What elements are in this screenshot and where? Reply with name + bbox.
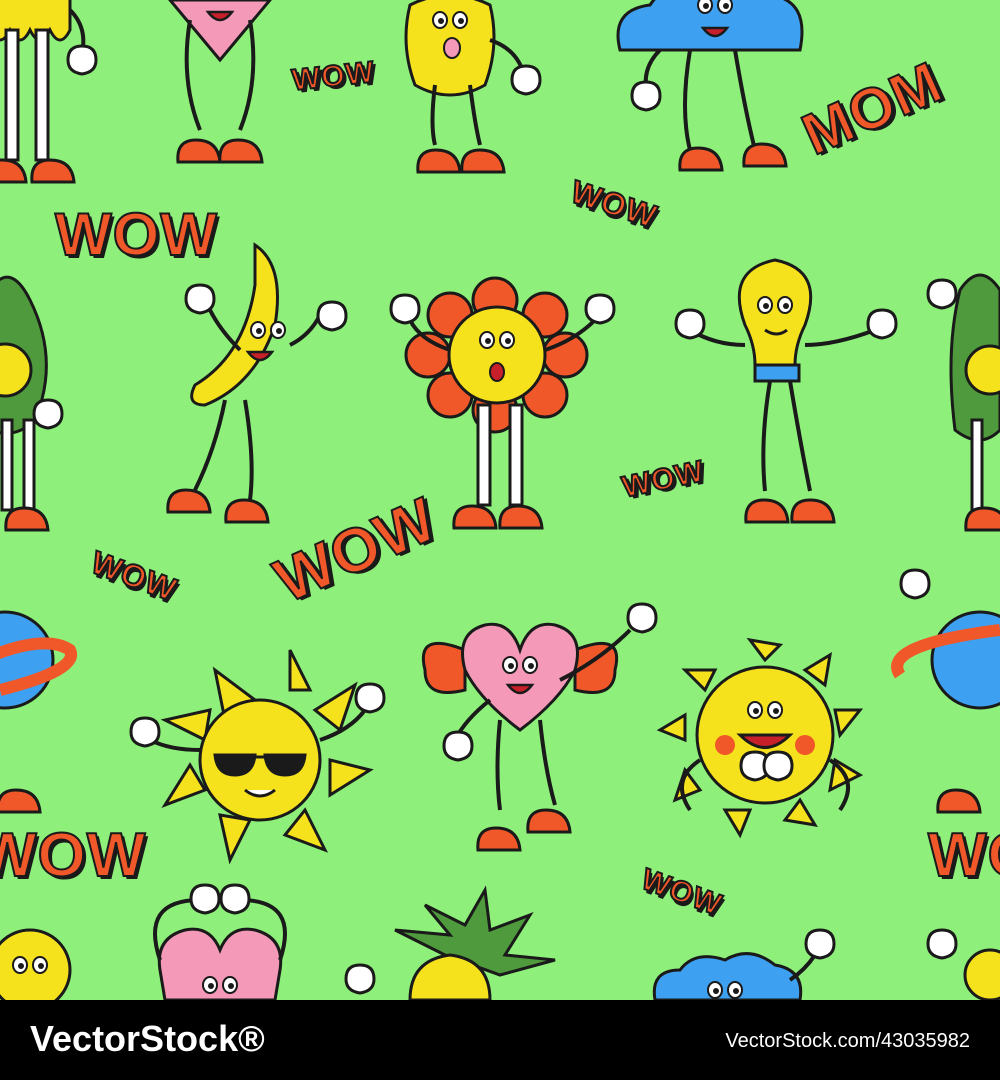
sticker-wow-right: WOW (927, 821, 1000, 890)
cloud-character-bottom (652, 928, 836, 1000)
lightbulb-character (674, 258, 898, 524)
cloud-character (616, 0, 804, 172)
sun-smiling-character (656, 637, 864, 839)
pattern-canvas: WOW MOM WOW WOW WOW WOW WOW WOW WOW WOW (0, 0, 1000, 1000)
footer-bar: VectorStock® VectorStock.com/43035982 (0, 1000, 1000, 1080)
banana-character (166, 242, 348, 524)
brand-logo[interactable]: VectorStock® (30, 1018, 265, 1060)
durian-character (404, 0, 542, 174)
sticker-wow: WOW (54, 201, 218, 268)
sun-sunglasses-character (129, 649, 386, 865)
heart-character-bottom (153, 883, 287, 1000)
flower-character (389, 276, 616, 530)
heart-character (168, 0, 272, 164)
heart-winged-character (422, 602, 658, 852)
sun-drip-character (0, 0, 98, 184)
sticker-wow: WOW (0, 821, 147, 890)
pineapple-character (344, 885, 556, 1000)
image-url[interactable]: VectorStock.com/43035982 (725, 1030, 970, 1053)
